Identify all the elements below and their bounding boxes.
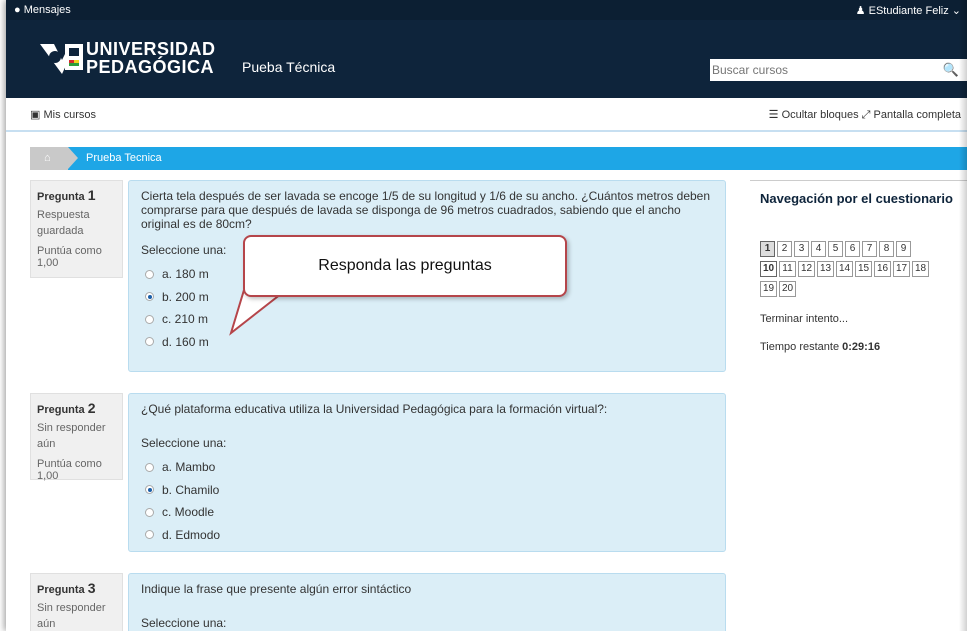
briefcase-icon: ▣ <box>30 109 41 121</box>
question-text: ¿Qué plataforma educativa utiliza la Uni… <box>141 402 608 416</box>
search-input[interactable] <box>710 59 934 81</box>
search-icon[interactable]: 🔍 <box>943 62 959 78</box>
chat-icon: ● <box>14 4 21 16</box>
nav-question-button[interactable]: 4 <box>811 241 826 257</box>
select-prompt: Seleccione una: <box>141 436 227 450</box>
quiz-navigation-title: Navegación por el cuestionario <box>760 191 953 206</box>
question-info: Pregunta 2 Sin responder aún Puntúa como… <box>30 393 123 482</box>
question-info: Pregunta 1 Respuesta guardada Puntúa com… <box>30 180 123 278</box>
nav-question-button[interactable]: 13 <box>817 261 834 277</box>
question-points: Puntúa como 1,00 <box>37 245 102 269</box>
nav-question-button[interactable]: 9 <box>896 241 911 257</box>
nav-question-button[interactable]: 2 <box>777 241 792 257</box>
breadcrumb: ⌂ Prueba Tecnica <box>30 147 967 170</box>
radio-button[interactable] <box>145 462 154 472</box>
nav-question-button[interactable]: 20 <box>779 281 796 297</box>
question-content: Indique la frase que presente algún erro… <box>128 573 726 631</box>
course-title[interactable]: Pueba Técnica <box>242 59 335 75</box>
callout-annotation: Responda las preguntas <box>243 235 567 297</box>
breadcrumb-home[interactable]: ⌂ <box>30 147 78 170</box>
nav-question-button[interactable]: 15 <box>855 261 872 277</box>
question-content: ¿Qué plataforma educativa utiliza la Uni… <box>128 393 726 552</box>
search-box: 🔍 <box>710 59 967 81</box>
quiz-navigation-block: Navegación por el cuestionario 123456789… <box>750 180 967 353</box>
nav-question-button[interactable]: 6 <box>845 241 860 257</box>
answer-option[interactable]: d. Edmodo <box>141 524 713 547</box>
hide-blocks-button[interactable]: ☰ Ocultar bloques <box>769 109 862 121</box>
nav-question-button[interactable]: 7 <box>862 241 877 257</box>
nav-question-button[interactable]: 3 <box>794 241 809 257</box>
question-status: Sin responder aún <box>37 602 106 630</box>
question-status: Sin responder aún <box>37 422 106 450</box>
question-points: Puntúa como 1,00 <box>37 458 102 482</box>
site-header: UNIVERSIDAD PEDAGÓGICA Pueba Técnica 🔍 <box>6 20 967 98</box>
radio-button-selected[interactable] <box>145 485 154 495</box>
answer-option[interactable]: c. Moodle <box>141 501 713 524</box>
nav-question-button[interactable]: 18 <box>912 261 929 277</box>
nav-question-button[interactable]: 14 <box>836 261 853 277</box>
radio-button[interactable] <box>145 337 154 347</box>
select-prompt: Seleccione una: <box>141 616 227 630</box>
my-courses-link[interactable]: ▣ Mis cursos <box>30 108 96 121</box>
question-number: Pregunta 3 <box>37 580 96 596</box>
question-text: Indique la frase que presente algún erro… <box>141 582 412 596</box>
expand-icon: ⤢ <box>861 109 871 121</box>
radio-button-selected[interactable] <box>145 292 154 302</box>
user-icon: ♟ <box>855 5 866 17</box>
nav-question-button[interactable]: 17 <box>893 261 910 277</box>
question-number: Pregunta 2 <box>37 400 96 416</box>
edge-shadow <box>959 0 967 631</box>
home-icon: ⌂ <box>44 152 51 164</box>
radio-button[interactable] <box>145 507 154 517</box>
nav-question-button[interactable]: 12 <box>798 261 815 277</box>
question-status: Respuesta guardada <box>37 209 90 237</box>
nav-question-button[interactable]: 11 <box>779 261 796 277</box>
callout-text: Responda las preguntas <box>318 257 492 274</box>
user-menu[interactable]: ♟ EStudiante Feliz ⌄ <box>856 4 961 17</box>
radio-button[interactable] <box>145 314 154 324</box>
question-info: Pregunta 3 Sin responder aún <box>30 573 123 631</box>
nav-question-button[interactable]: 8 <box>879 241 894 257</box>
top-bar: ● Mensajes ♟ EStudiante Feliz ⌄ <box>6 0 967 20</box>
messages-link[interactable]: ● Mensajes <box>14 4 71 16</box>
question-text: Cierta tela después de ser lavada se enc… <box>141 189 711 231</box>
breadcrumb-item[interactable]: Prueba Tecnica <box>86 152 162 164</box>
radio-button[interactable] <box>145 269 154 279</box>
callout-pointer <box>229 290 288 336</box>
nav-question-button[interactable]: 5 <box>828 241 843 257</box>
nav-question-button[interactable]: 1 <box>760 241 775 257</box>
university-name-line2: PEDAGÓGICA <box>86 57 215 77</box>
list-icon: ☰ <box>768 109 779 121</box>
nav-actions: ☰ Ocultar bloques ⤢ Pantalla completa <box>769 108 961 122</box>
radio-button[interactable] <box>145 530 154 540</box>
fullscreen-button[interactable]: ⤢ Pantalla completa <box>862 109 961 121</box>
finish-attempt-link[interactable]: Terminar intento... <box>760 313 848 325</box>
time-value: 0:29:16 <box>842 341 881 353</box>
question-nav-grid: 123456789 10 11 12 13 14 15 16 17 18 19 20 <box>760 241 967 301</box>
answer-option[interactable]: b. Chamilo <box>141 479 713 502</box>
answer-option[interactable]: a. Mambo <box>141 456 713 479</box>
question-number: Pregunta 1 <box>37 187 96 203</box>
quiz-page: ● Mensajes ♟ EStudiante Feliz ⌄ UNIVERSI… <box>6 0 967 631</box>
nav-question-button[interactable]: 16 <box>874 261 891 277</box>
time-remaining: Tiempo restante 0:29:16 <box>760 341 881 353</box>
nav-bar: ▣ Mis cursos ☰ Ocultar bloques ⤢ Pantall… <box>6 98 967 132</box>
nav-question-button[interactable]: 10 <box>760 261 777 277</box>
nav-question-button[interactable]: 19 <box>760 281 777 297</box>
